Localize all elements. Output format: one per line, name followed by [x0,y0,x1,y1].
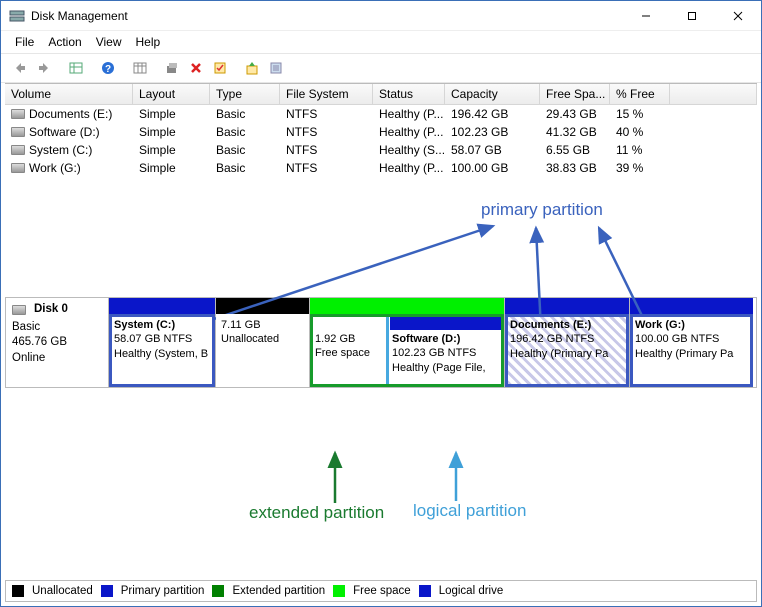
window-title: Disk Management [31,9,128,23]
logical-drive-block[interactable]: Software (D:) 102.23 GB NTFSHealthy (Pag… [386,314,504,387]
partition-header [310,298,504,314]
forward-button[interactable] [33,57,55,79]
table-row[interactable]: System (C:) SimpleBasicNTFS Healthy (S..… [5,141,757,159]
col-volume[interactable]: Volume [5,84,133,104]
volume-icon [11,163,25,173]
col-layout[interactable]: Layout [133,84,210,104]
delete-icon[interactable] [185,57,207,79]
volume-table: Volume Layout Type File System Status Ca… [5,83,757,177]
partition-body: Documents (E:) 196.42 GB NTFSHealthy (Pr… [505,314,629,387]
extended-body: 1.92 GBFree space Software (D:) 102.23 G… [310,314,504,387]
legend-swatch [101,585,113,597]
col-fs[interactable]: File System [280,84,373,104]
table-header: Volume Layout Type File System Status Ca… [5,84,757,105]
partition-header [630,298,753,314]
partition-header [505,298,629,314]
legend-swatch [333,585,345,597]
partition-header [216,298,309,314]
partition-body: 7.11 GBUnallocated [216,314,309,387]
menu-help[interactable]: Help [136,35,161,49]
back-button[interactable] [9,57,31,79]
svg-text:?: ? [105,64,111,75]
maximize-button[interactable] [669,1,715,31]
partition-header [390,317,501,330]
menu-action[interactable]: Action [48,35,81,49]
toolbar: ? [1,54,761,83]
legend-label: Free space [353,585,411,597]
partition-body: System (C:) 58.07 GB NTFSHealthy (System… [109,314,215,387]
partition-header [109,298,215,314]
legend-swatch [212,585,224,597]
annotation-logical: logical partition [413,501,526,521]
legend-label: Primary partition [121,585,205,597]
close-button[interactable] [715,1,761,31]
minimize-button[interactable] [623,1,669,31]
table-row[interactable]: Documents (E:) SimpleBasicNTFS Healthy (… [5,105,757,123]
volume-icon [11,109,25,119]
col-type[interactable]: Type [210,84,280,104]
menu-file[interactable]: File [15,35,34,49]
disk-icon [12,305,26,315]
partition-block[interactable]: Work (G:) 100.00 GB NTFSHealthy (Primary… [629,298,753,387]
disk-size: 465.76 GB [12,335,102,351]
partition-block[interactable]: 7.11 GBUnallocated [215,298,309,387]
disk-row[interactable]: Disk 0 Basic 465.76 GB Online System (C:… [5,298,757,388]
app-icon [9,8,25,24]
disk-name: Disk 0 [34,302,68,318]
up-icon[interactable] [241,57,263,79]
col-capacity[interactable]: Capacity [445,84,540,104]
volume-icon [11,145,25,155]
window-controls [623,1,761,31]
legend: Unallocated Primary partition Extended par… [5,580,757,602]
table-row[interactable]: Work (G:) SimpleBasicNTFS Healthy (P...1… [5,159,757,177]
legend-label: Unallocated [32,585,93,597]
partition-block[interactable]: System (C:) 58.07 GB NTFSHealthy (System… [109,298,215,387]
legend-swatch [12,585,24,597]
check-icon[interactable] [209,57,231,79]
grid-icon[interactable] [129,57,151,79]
free-space-block[interactable]: 1.92 GBFree space [310,314,386,387]
titlebar: Disk Management [1,1,761,31]
help-icon[interactable]: ? [97,57,119,79]
volume-icon [11,127,25,137]
legend-swatch [419,585,431,597]
annotation-extended: extended partition [249,503,384,523]
disk-map: Disk 0 Basic 465.76 GB Online System (C:… [5,297,757,388]
legend-label: Logical drive [439,585,504,597]
menu-view[interactable]: View [96,35,122,49]
disk-blocks: System (C:) 58.07 GB NTFSHealthy (System… [109,298,757,387]
settings-icon[interactable] [161,57,183,79]
list-icon[interactable] [265,57,287,79]
disk-info: Disk 0 Basic 465.76 GB Online [5,298,109,387]
show-hide-icon[interactable] [65,57,87,79]
partition-block[interactable]: Documents (E:) 196.42 GB NTFSHealthy (Pr… [504,298,629,387]
legend-label: Extended partition [232,585,325,597]
col-free[interactable]: Free Spa... [540,84,610,104]
annotation-primary: primary partition [481,200,603,220]
table-row[interactable]: Software (D:) SimpleBasicNTFS Healthy (P… [5,123,757,141]
disk-state: Online [12,351,102,367]
col-blank [670,84,757,104]
menubar: File Action View Help [1,31,761,54]
disk-type: Basic [12,320,102,336]
extended-partition[interactable]: 1.92 GBFree space Software (D:) 102.23 G… [309,298,504,387]
col-status[interactable]: Status [373,84,445,104]
col-pct[interactable]: % Free [610,84,670,104]
partition-body: Work (G:) 100.00 GB NTFSHealthy (Primary… [630,314,753,387]
annotation-area-bottom: extended partition logical partition [1,443,761,573]
annotation-area-top: primary partition [1,177,761,297]
